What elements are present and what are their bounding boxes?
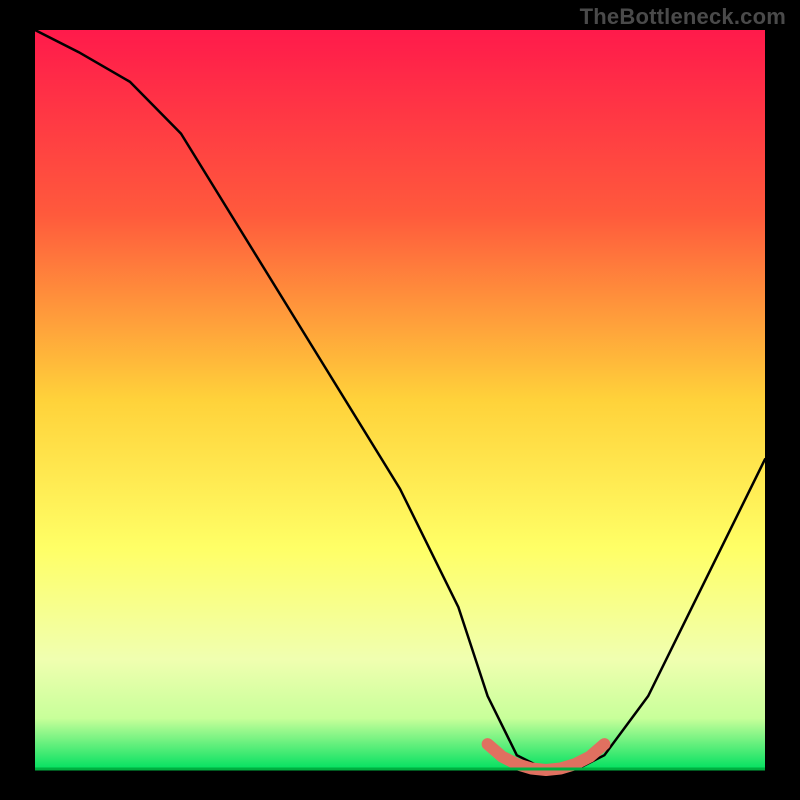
heat-gradient-rect — [35, 30, 765, 770]
watermark: TheBottleneck.com — [580, 4, 786, 30]
chart-svg — [0, 0, 800, 800]
chart-container: { "watermark": "TheBottleneck.com", "cha… — [0, 0, 800, 800]
